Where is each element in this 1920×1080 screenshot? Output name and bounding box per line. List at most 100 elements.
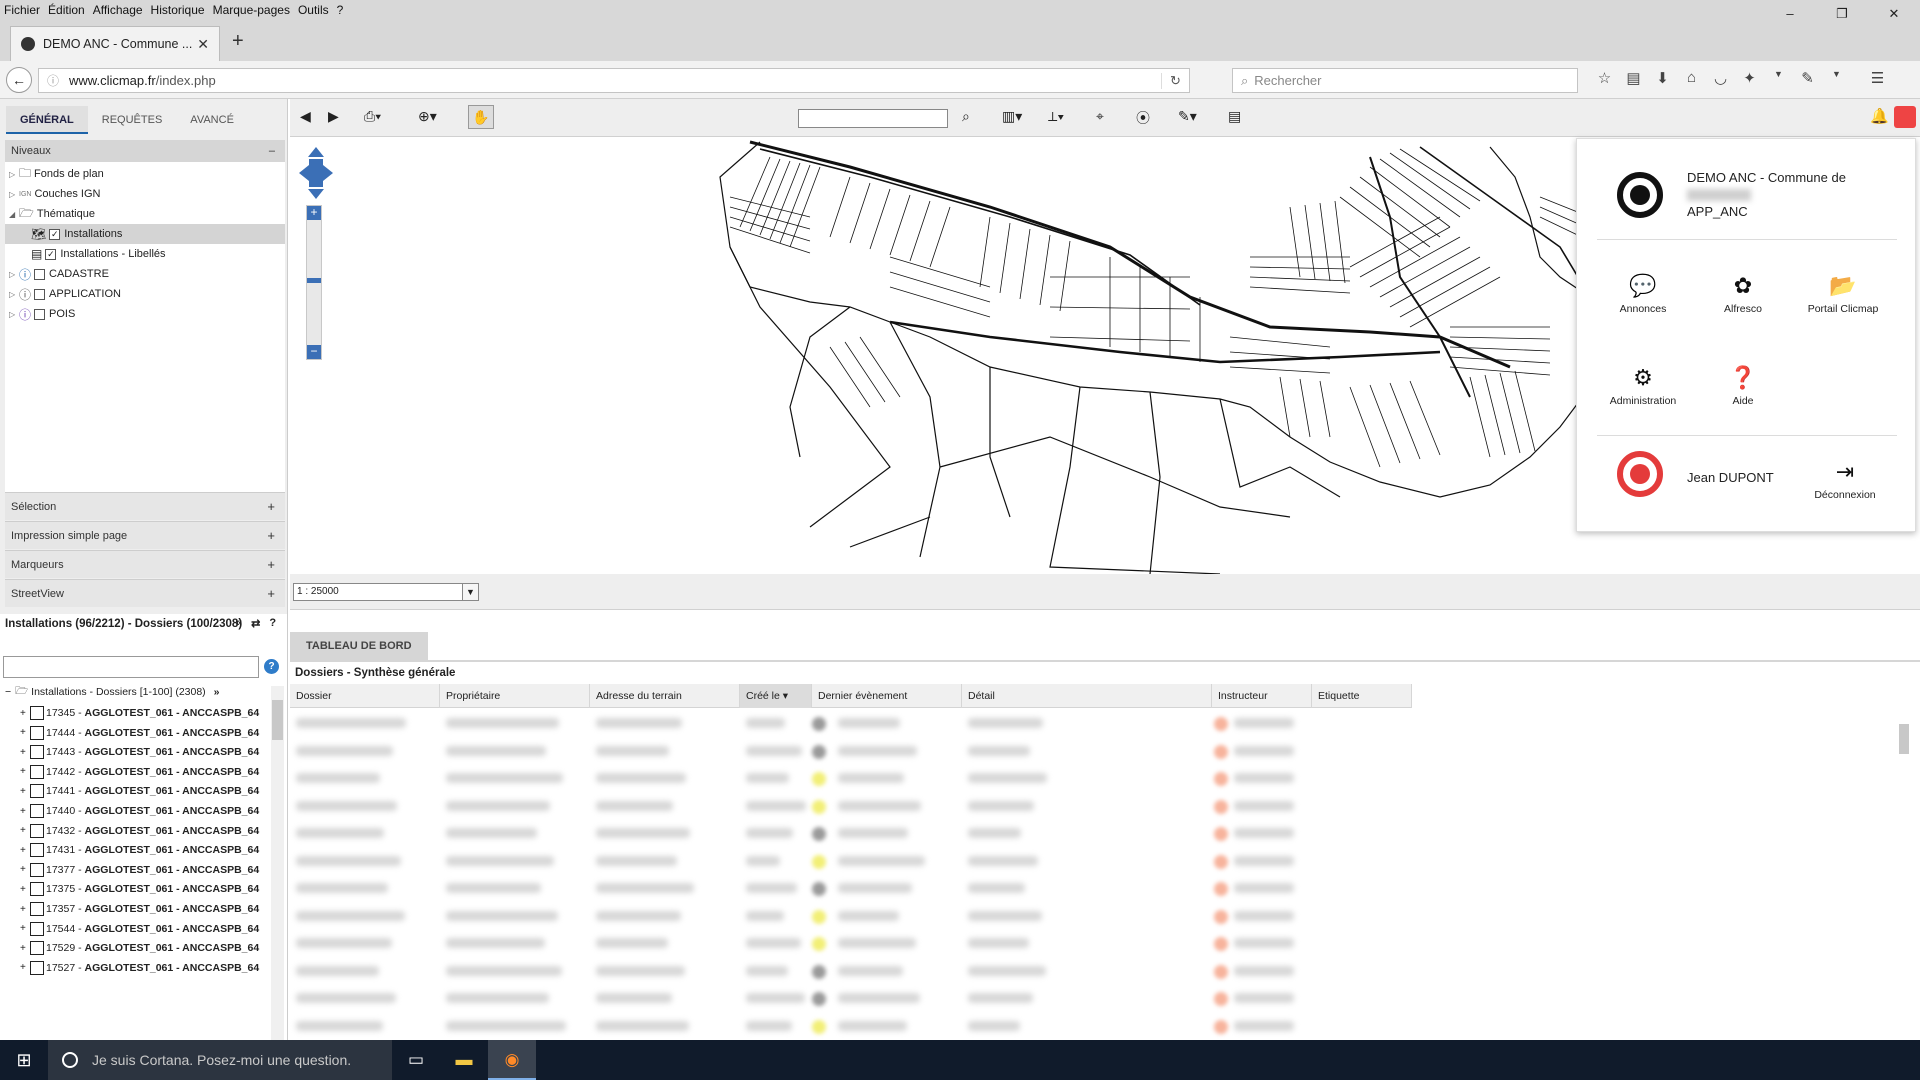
zoom-out-button[interactable]: − (307, 345, 321, 359)
expand-icon[interactable]: + (20, 786, 28, 797)
table-row[interactable] (290, 985, 1412, 1013)
table-row[interactable] (290, 793, 1412, 821)
layer-checkbox[interactable] (34, 308, 46, 320)
user-avatar-button[interactable] (1894, 106, 1916, 128)
reload-icon[interactable]: ↻ (1161, 72, 1189, 89)
expand-icon[interactable]: + (267, 493, 275, 521)
tree-node-cadastre[interactable]: ▷ ⓘ CADASTRE (9, 264, 109, 284)
layout-icon[interactable]: ▥▾ (1002, 108, 1022, 125)
list-item[interactable]: +17444 - AGGLOTEST_061 - ANCCASPB_64 (20, 723, 259, 743)
list-item[interactable]: +17377 - AGGLOTEST_061 - ANCCASPB_64 (20, 860, 259, 880)
table-row[interactable] (290, 820, 1412, 848)
expand-icon[interactable]: + (20, 884, 28, 895)
aide-button[interactable]: ❓ Aide (1693, 365, 1793, 407)
table-row[interactable] (290, 875, 1412, 903)
task-view-icon[interactable]: ▭ (392, 1040, 440, 1080)
tools-dropdown-icon[interactable]: ▼ (1822, 69, 1851, 87)
refresh-icon[interactable]: ⇄ (251, 617, 260, 630)
tab-requetes[interactable]: REQUÊTES (88, 106, 177, 134)
list-item[interactable]: +17443 - AGGLOTEST_061 - ANCCASPB_64 (20, 742, 259, 762)
tree-node-ign[interactable]: ▷ IGN Couches IGN (9, 184, 100, 204)
tools-icon[interactable]: ✎ (1793, 69, 1822, 87)
portail-clicmap-button[interactable]: 📂 Portail Clicmap (1793, 273, 1893, 315)
notification-bell-icon[interactable]: 🔔 (1870, 107, 1889, 125)
list-item[interactable]: +17357 - AGGLOTEST_061 - ANCCASPB_64 (20, 899, 259, 919)
expand-icon[interactable]: + (20, 864, 28, 875)
list-item[interactable]: +17432 - AGGLOTEST_061 - ANCCASPB_64 (20, 821, 259, 841)
help-icon[interactable]: ? (269, 617, 276, 630)
deconnexion-button[interactable]: ⇥ Déconnexion (1795, 459, 1895, 501)
prev-extent-icon[interactable]: ◀ (300, 108, 311, 125)
chevron-down-icon[interactable]: ▼ (462, 584, 478, 600)
installations-search-input[interactable] (3, 656, 259, 678)
map-search-input[interactable] (798, 109, 948, 128)
tree-node-fonds[interactable]: ▷ 🗀 Fonds de plan (9, 164, 104, 184)
tree-node-installations[interactable]: 🗺 ✓ Installations (5, 224, 285, 244)
accordion-streetview[interactable]: StreetView + (5, 579, 285, 607)
hamburger-menu-icon[interactable]: ☰ (1863, 69, 1892, 87)
zoom-slider[interactable]: + − (306, 205, 322, 360)
installations-root-node[interactable]: − 🗁 Installations - Dossiers [1-100] (23… (5, 683, 220, 701)
expand-icon[interactable]: + (20, 825, 28, 836)
print-icon[interactable]: ⎙▾ (364, 108, 381, 125)
collapse-icon[interactable]: − (5, 686, 11, 698)
map-pan-control[interactable] (297, 145, 335, 201)
extension-dropdown-icon[interactable]: ▼ (1764, 69, 1793, 87)
menu-marque-pages[interactable]: Marque-pages (209, 3, 294, 17)
layer-checkbox[interactable]: ✓ (45, 248, 57, 260)
zoom-slider-thumb[interactable] (307, 278, 321, 283)
bookmark-star-icon[interactable]: ☆ (1590, 69, 1619, 87)
col-instructeur[interactable]: Instructeur (1212, 684, 1312, 708)
expand-icon[interactable]: + (20, 962, 28, 973)
administration-button[interactable]: ⚙ Administration (1593, 365, 1693, 407)
info-icon[interactable]: ⓘ (19, 286, 31, 303)
list-item[interactable]: +17442 - AGGLOTEST_061 - ANCCASPB_64 (20, 762, 259, 782)
list-item[interactable]: +17440 - AGGLOTEST_061 - ANCCASPB_64 (20, 801, 259, 821)
next-extent-icon[interactable]: ▶ (328, 108, 339, 125)
scrollbar-thumb[interactable] (272, 700, 283, 740)
alfresco-button[interactable]: ✿ Alfresco (1693, 273, 1793, 315)
firefox-icon[interactable]: ◉ (488, 1040, 536, 1080)
expand-icon[interactable]: + (20, 845, 28, 856)
table-row[interactable] (290, 1013, 1412, 1041)
scale-select[interactable]: 1 : 25000 ▼ (293, 583, 479, 601)
table-row[interactable] (290, 958, 1412, 986)
pocket-icon[interactable]: ◡ (1706, 69, 1735, 87)
home-icon[interactable]: ⌂ (1677, 69, 1706, 87)
back-button[interactable]: ← (6, 67, 32, 93)
col-adresse[interactable]: Adresse du terrain (590, 684, 740, 708)
list-item[interactable]: +17431 - AGGLOTEST_061 - ANCCASPB_64 (20, 840, 259, 860)
browser-search-input[interactable]: ⌕ Rechercher (1232, 68, 1578, 93)
url-bar[interactable]: ⓘ www.clicmap.fr /index.php ↻ (38, 68, 1190, 93)
expand-icon[interactable]: + (20, 806, 28, 817)
expand-icon[interactable]: + (267, 551, 275, 579)
table-row[interactable] (290, 765, 1412, 793)
scrollbar[interactable] (271, 686, 284, 1040)
menu-fichier[interactable]: Fichier (0, 3, 44, 17)
menu-affichage[interactable]: Affichage (89, 3, 147, 17)
table-row[interactable] (290, 848, 1412, 876)
table-row[interactable] (290, 903, 1412, 931)
col-dossier[interactable]: Dossier (290, 684, 440, 708)
tab-avance[interactable]: AVANCÉ (176, 106, 248, 134)
expand-icon[interactable]: ▷ (9, 190, 19, 199)
help-icon[interactable]: ? (264, 659, 279, 674)
expand-icon[interactable]: + (20, 708, 28, 719)
list-item[interactable]: +17441 - AGGLOTEST_061 - ANCCASPB_64 (20, 781, 259, 801)
tree-node-pois[interactable]: ▷ ⓘ POIS (9, 304, 75, 324)
expand-icon[interactable]: + (20, 943, 28, 954)
table-row[interactable] (290, 738, 1412, 766)
list-item[interactable]: +17544 - AGGLOTEST_061 - ANCCASPB_64 (20, 919, 259, 939)
expand-icon[interactable]: + (20, 747, 28, 758)
expand-icon[interactable]: ▷ (9, 270, 19, 279)
accordion-impression[interactable]: Impression simple page + (5, 521, 285, 549)
streetview-icon[interactable]: ⦿ (1136, 108, 1150, 128)
more-icon[interactable]: » (214, 686, 220, 698)
browser-tab[interactable]: DEMO ANC - Commune ... ✕ (10, 26, 220, 61)
tab-tableau-de-bord[interactable]: TABLEAU DE BORD (290, 632, 428, 660)
table-row[interactable] (290, 710, 1412, 738)
accordion-selection[interactable]: Sélection + (5, 492, 285, 520)
scrollbar-thumb[interactable] (1899, 724, 1909, 754)
col-detail[interactable]: Détail (962, 684, 1212, 708)
report-icon[interactable]: ▤ (1228, 108, 1241, 125)
